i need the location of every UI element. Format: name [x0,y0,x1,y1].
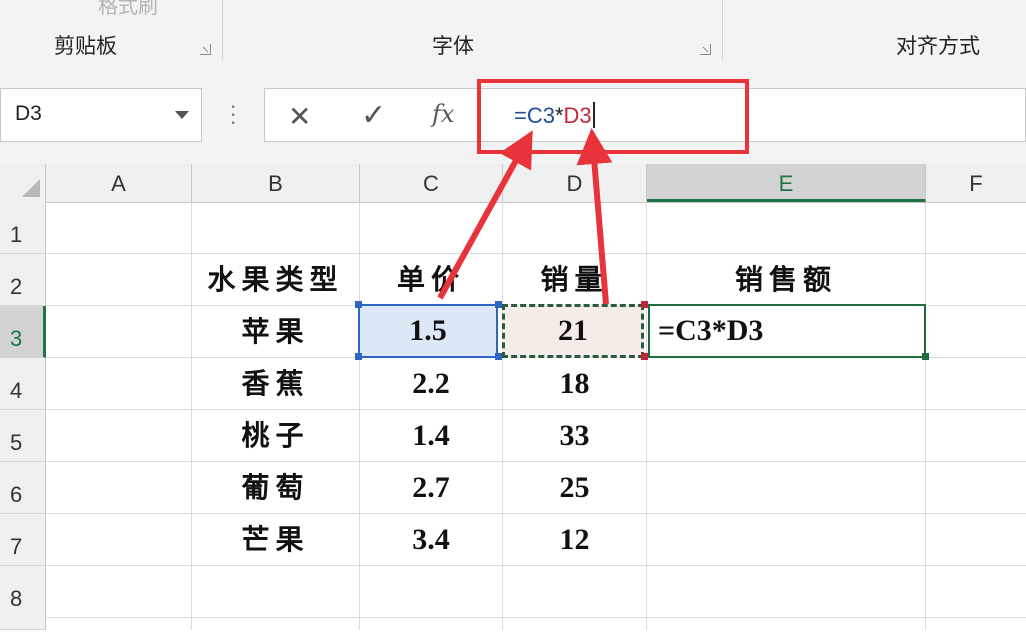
name-box-value: D3 [15,102,42,125]
clipboard-launcher-icon[interactable] [200,44,211,55]
gridline [925,202,926,630]
row-header-6[interactable]: 6 [0,462,46,514]
insert-function-icon[interactable]: fx [432,100,454,128]
cell-qty[interactable]: 33 [503,412,646,460]
column-header-e[interactable]: E [647,164,926,202]
ribbon-divider [222,0,223,60]
gridline [46,513,1026,514]
row-header-2[interactable]: 2 [0,254,46,306]
row-header-1[interactable]: 1 [0,202,46,254]
range-handle[interactable] [495,301,502,308]
gridline [46,409,1026,410]
cancel-icon[interactable]: ✕ [288,100,311,133]
cell-fruit[interactable]: 芒果 [192,516,359,564]
cell-fruit[interactable]: 苹果 [192,308,359,356]
name-box[interactable]: D3 [0,88,202,142]
column-header-a[interactable]: A [46,164,192,202]
header-sales-amount[interactable]: 销售额 [647,256,925,304]
format-painter-label[interactable]: 格式刷 [98,0,158,19]
clipboard-group-label: 剪贴板 [54,34,117,58]
header-quantity[interactable]: 销量 [503,256,646,304]
cell-total-e3-editing[interactable]: =C3*D3 [648,304,926,358]
row-header-8[interactable]: 8 [0,566,46,630]
cell-price-c3[interactable]: 1.5 [358,304,498,358]
gridline [46,461,1026,462]
gridline [46,565,1026,566]
column-header-f[interactable]: F [926,164,1026,202]
range-handle[interactable] [641,301,648,308]
ribbon-divider [722,0,723,60]
row-header-7[interactable]: 7 [0,514,46,566]
column-header-row: A B C D E F [0,164,1026,203]
annotation-highlight-box [477,79,749,154]
gridline [46,617,1026,618]
font-group-label: 字体 [432,34,474,58]
font-launcher-icon[interactable] [700,44,711,55]
cell-price[interactable]: 3.4 [360,516,502,564]
cell-fruit[interactable]: 香蕉 [192,360,359,408]
range-handle[interactable] [495,353,502,360]
alignment-group-label: 对齐方式 [896,34,980,58]
drag-handle-icon[interactable]: · · · [230,97,236,133]
spreadsheet-grid: A B C D E F 1 2 3 4 5 6 7 8 水果类型 单价 销量 销… [0,164,1026,630]
row-header-3[interactable]: 3 [0,306,46,358]
column-header-c[interactable]: C [360,164,503,202]
ribbon: 格式刷 剪贴板 字体 对齐方式 [0,0,1026,69]
enter-icon[interactable]: ✓ [361,98,386,133]
header-unit-price[interactable]: 单价 [360,256,502,304]
chevron-down-icon[interactable] [175,111,189,119]
range-handle[interactable] [641,353,648,360]
header-fruit-type[interactable]: 水果类型 [192,256,359,304]
range-handle[interactable] [355,353,362,360]
cell-price[interactable]: 2.7 [360,464,502,512]
range-handle[interactable] [355,301,362,308]
column-header-d[interactable]: D [503,164,647,202]
cell-qty[interactable]: 12 [503,516,646,564]
cell-fruit[interactable]: 葡萄 [192,464,359,512]
cell-qty-d3[interactable]: 21 [502,304,644,358]
column-header-b[interactable]: B [192,164,360,202]
cell-qty[interactable]: 25 [503,464,646,512]
cell-fruit[interactable]: 桃子 [192,412,359,460]
select-all-corner[interactable] [0,164,46,202]
select-all-icon [22,179,40,197]
row-header-4[interactable]: 4 [0,358,46,410]
gridline [46,253,1026,254]
cell-price[interactable]: 2.2 [360,360,502,408]
cell-qty[interactable]: 18 [503,360,646,408]
cell-price[interactable]: 1.4 [360,412,502,460]
fill-handle[interactable] [922,353,929,360]
row-header-5[interactable]: 5 [0,410,46,462]
